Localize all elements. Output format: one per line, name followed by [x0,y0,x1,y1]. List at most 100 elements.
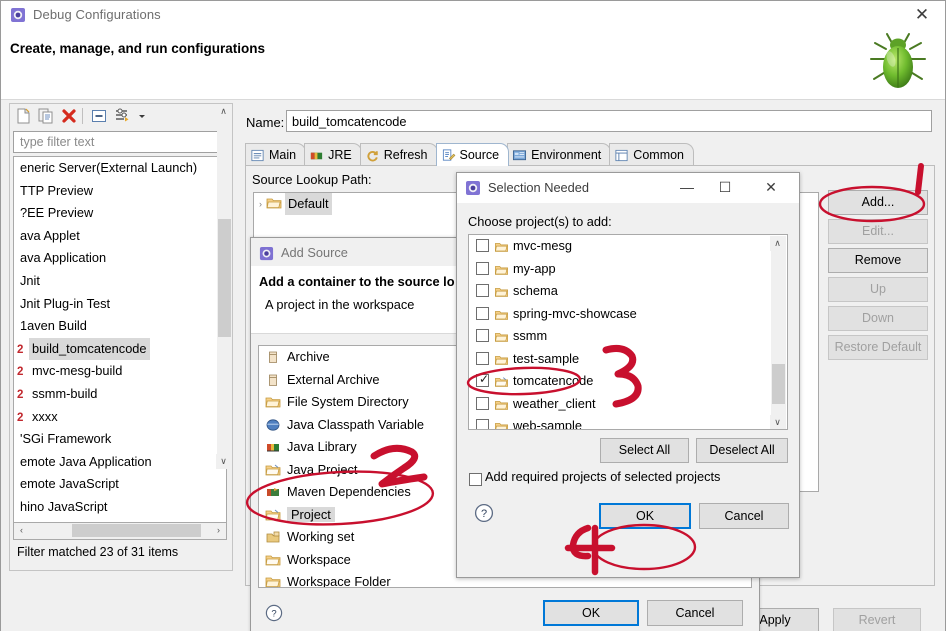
configuration-item-label: ?EE Preview [20,205,94,221]
up-button[interactable]: Up [828,277,928,302]
close-icon[interactable]: ✕ [755,175,787,199]
restore-default-button[interactable]: Restore Default [828,335,928,360]
vscroll-thumb[interactable] [218,219,231,337]
delete-icon[interactable] [60,107,78,125]
project-checkbox[interactable] [476,396,489,410]
configuration-item[interactable]: TTP Preview [14,180,226,203]
project-checkbox[interactable] [476,261,489,275]
revert-button[interactable]: Revert [833,608,921,631]
configuration-item-label: Jnit [20,272,40,288]
filter-icon[interactable] [113,107,131,125]
minimize-icon[interactable]: — [671,175,703,199]
deselect-all-button[interactable]: Deselect All [696,438,788,463]
selection-cancel-button[interactable]: Cancel [699,503,789,529]
project-row[interactable]: spring-mvc-showcase [469,303,787,326]
add-source-cancel-button[interactable]: Cancel [647,600,743,626]
add-button[interactable]: Add... [828,190,928,215]
configuration-item[interactable]: Jnit [14,270,226,293]
new-config-icon[interactable] [15,107,33,125]
projects-vscrollbar[interactable]: ∧ ∨ [770,236,786,429]
project-checkbox[interactable] [476,329,489,342]
library-icon [265,439,281,455]
maximize-icon[interactable]: ☐ [709,175,741,199]
configuration-item[interactable]: ?EE Preview [14,202,226,225]
configurations-vscrollbar[interactable]: ∧ ∨ [216,104,232,469]
configuration-item[interactable]: emote Java Application [14,451,226,474]
project-checkbox[interactable] [476,419,489,429]
configurations-toolbar [9,103,233,127]
project-checkbox[interactable] [476,284,489,297]
add-source-item-label: Maven Dependencies [287,484,411,499]
name-input[interactable]: build_tomcatencode [286,110,932,132]
hscroll-thumb[interactable] [72,524,201,537]
tab-source[interactable]: Source [435,143,510,166]
project-checkbox[interactable] [476,239,489,252]
selection-needed-dialog: Selection Needed — ☐ ✕ Choose project(s)… [456,172,800,578]
selection-ok-button[interactable]: OK [599,503,691,529]
close-icon[interactable]: ✕ [907,4,937,26]
scroll-down-icon[interactable]: ∨ [770,415,785,429]
project-row[interactable]: test-sample [469,348,787,371]
add-source-ok-button[interactable]: OK [543,600,639,626]
configuration-item-label: TTP Preview [20,182,94,198]
projects-vscroll-thumb[interactable] [772,364,785,404]
project-checkbox[interactable] [476,351,489,365]
configuration-item[interactable]: 2 ssmm-build [14,383,226,406]
project-label: weather_client [513,395,596,411]
project-label: spring-mvc-showcase [513,305,637,321]
filter-input[interactable]: type filter text [13,131,227,153]
configuration-item[interactable]: emote JavaScript [14,473,226,496]
folder-icon [266,195,282,218]
configuration-item-label: emote Java Application [20,453,152,469]
project-row[interactable]: mvc-mesg [469,235,787,258]
tab-refresh[interactable]: Refresh [359,143,438,166]
project-row[interactable]: weather_client [469,393,787,416]
project-row[interactable]: ✓ tomcatencode [469,370,787,393]
configuration-item[interactable]: eneric Server(External Launch) [14,157,226,180]
scroll-left-icon[interactable]: ‹ [14,523,29,538]
scroll-right-icon[interactable]: › [211,523,226,538]
configurations-hscrollbar[interactable]: ‹ › [13,523,227,540]
configuration-item-label: ava Application [20,250,107,266]
source-path-buttons: Add... Edit... Remove Up Down Restore Default [828,190,928,364]
project-row[interactable]: my-app [469,258,787,281]
configuration-item[interactable]: hino JavaScript [14,496,226,519]
duplicate-icon[interactable] [37,107,55,125]
folder-icon [494,352,509,366]
remove-button[interactable]: Remove [828,248,928,273]
select-all-button[interactable]: Select All [600,438,689,463]
add-required-checkbox[interactable] [469,473,482,486]
scroll-up-icon[interactable]: ∧ [770,236,785,251]
down-button[interactable]: Down [828,306,928,331]
configurations-tree[interactable]: eneric Server(External Launch) TTP Previe… [13,156,227,523]
help-icon[interactable]: ? [265,604,283,622]
configuration-item[interactable]: ava Applet [14,225,226,248]
project-row[interactable]: schema [469,280,787,303]
configuration-item[interactable]: 'SGi Framework [14,428,226,451]
configuration-item[interactable]: 2 xxxx [14,406,226,429]
project-row[interactable]: ssmm [469,325,787,348]
project-row[interactable]: web-sample [469,415,787,429]
configuration-item[interactable]: Jnit Plug-in Test [14,293,226,316]
configuration-item[interactable]: 1aven Build [14,315,226,338]
collapse-all-icon[interactable] [90,107,108,125]
view-menu-chevron-icon[interactable] [136,107,148,125]
tab-environment[interactable]: Environment [507,143,612,166]
tab-main[interactable]: Main [245,143,307,166]
workingset-icon [265,529,281,545]
projects-list[interactable]: mvc-mesg my-app schema spring-mvc-showcase s… [468,234,788,430]
configuration-item[interactable]: 2 mvc-mesg-build [14,360,226,383]
configuration-item[interactable]: ava Application [14,247,226,270]
edit-button[interactable]: Edit... [828,219,928,244]
project-checkbox[interactable] [476,306,489,320]
configuration-item[interactable]: 2 build_tomcatencode [14,337,226,361]
chevron-right-icon[interactable]: › [259,193,262,215]
scroll-down-icon[interactable]: ∨ [216,454,231,469]
tab-jre[interactable]: JRE [304,143,362,166]
configuration-item-label: ssmm-build [32,385,98,401]
help-icon[interactable]: ? [474,503,494,523]
tab-common[interactable]: Common [609,143,695,166]
project-checkbox[interactable]: ✓ [476,373,489,387]
scroll-up-icon[interactable]: ∧ [216,104,231,119]
add-source-item-label: Java Classpath Variable [287,416,425,432]
